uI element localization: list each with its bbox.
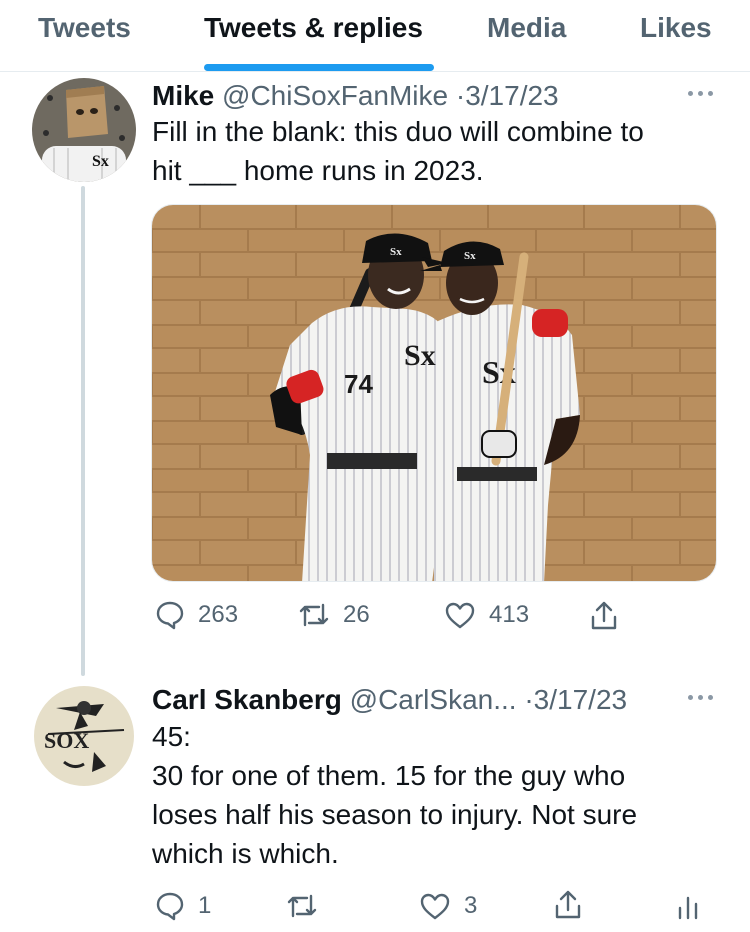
- reply-count: 1: [198, 892, 212, 919]
- reply-button[interactable]: 1: [154, 890, 211, 922]
- author-handle[interactable]: @CarlSkan...: [350, 684, 517, 715]
- tab-likes[interactable]: Likes: [640, 12, 712, 44]
- tweet-text-line: 45:: [152, 721, 191, 752]
- avatar-mike[interactable]: Sx: [32, 78, 136, 182]
- author-name[interactable]: Carl Skanberg: [152, 684, 342, 715]
- tab-media[interactable]: Media: [487, 12, 566, 44]
- separator-dot: ·: [524, 684, 534, 715]
- like-count: 3: [464, 892, 478, 919]
- retweet-icon: [299, 603, 329, 627]
- analytics-button[interactable]: [672, 890, 704, 922]
- active-tab-indicator: [204, 64, 434, 71]
- share-icon: [555, 890, 581, 919]
- tweet-text-line: which is which.: [152, 838, 339, 869]
- like-button[interactable]: 413: [443, 599, 529, 631]
- share-button[interactable]: [588, 599, 620, 633]
- heart-icon: [420, 893, 450, 920]
- author-handle[interactable]: @ChiSoxFanMike: [222, 80, 448, 111]
- tweet-date[interactable]: 3/17/23: [534, 684, 627, 715]
- like-button[interactable]: 3: [418, 890, 477, 922]
- avatar-carl-skanberg[interactable]: SOX: [34, 686, 134, 786]
- profile-tabs: Tweets Tweets & replies Media Likes: [0, 0, 750, 72]
- reply-icon: [156, 892, 184, 921]
- share-icon: [591, 601, 617, 630]
- author-name[interactable]: Mike: [152, 80, 214, 111]
- reply-icon: [156, 601, 184, 630]
- tab-tweets-and-replies[interactable]: Tweets & replies: [204, 12, 423, 44]
- like-count: 413: [489, 601, 530, 628]
- jersey-number: 74: [344, 369, 373, 399]
- retweet-icon: [287, 894, 317, 918]
- svg-text:Sx: Sx: [390, 246, 402, 258]
- separator-dot: ·: [455, 80, 466, 111]
- tweet-text-line: hit ___ home runs in 2023.: [152, 155, 484, 186]
- tweet-text-line: loses half his season to injury. Not sur…: [152, 799, 638, 830]
- reply-button[interactable]: 263: [154, 599, 238, 631]
- svg-text:Sx: Sx: [404, 339, 436, 372]
- tweet-text: 45: 30 for one of them. 15 for the guy w…: [152, 717, 637, 873]
- share-button[interactable]: [552, 888, 584, 922]
- retweet-button[interactable]: [285, 890, 331, 922]
- more-options-icon[interactable]: [680, 687, 720, 707]
- svg-text:Sx: Sx: [464, 250, 476, 262]
- tweet-header: Carl Skanberg @CarlSkan... ·3/17/23: [152, 684, 627, 716]
- tweet-header: Mike @ChiSoxFanMike ·3/17/23: [152, 80, 559, 112]
- heart-icon: [445, 602, 475, 629]
- tweet-date[interactable]: 3/17/23: [465, 80, 558, 111]
- tweet-text: Fill in the blank: this duo will combine…: [152, 112, 644, 190]
- tweet-text-line: 30 for one of them. 15 for the guy who: [152, 760, 626, 791]
- reply-count: 263: [198, 601, 239, 628]
- retweet-button[interactable]: 26: [297, 599, 370, 631]
- more-options-icon[interactable]: [680, 83, 720, 103]
- retweet-count: 26: [343, 601, 370, 628]
- tweet-text-line: Fill in the blank: this duo will combine…: [152, 116, 644, 147]
- thread-connector-line: [81, 186, 85, 676]
- tweet-image[interactable]: Sx 74 Sx Sx Sx: [151, 204, 717, 582]
- svg-text:Sx: Sx: [92, 153, 109, 170]
- tab-tweets[interactable]: Tweets: [38, 12, 131, 44]
- analytics-icon: [678, 896, 698, 920]
